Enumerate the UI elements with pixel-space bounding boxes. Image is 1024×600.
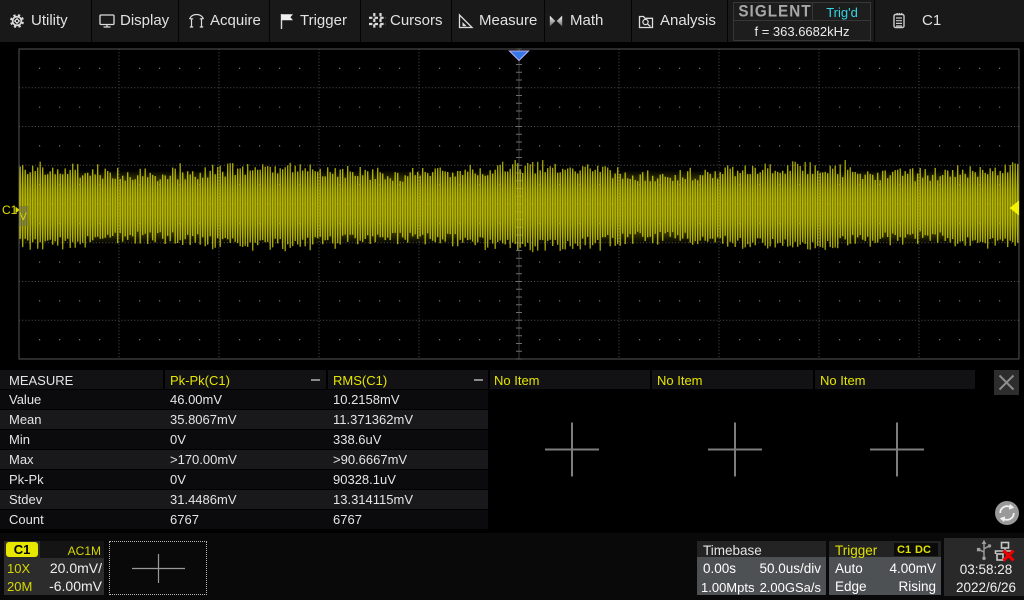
svg-text:C1: C1 [2,203,18,217]
svg-text:V: V [20,211,28,223]
